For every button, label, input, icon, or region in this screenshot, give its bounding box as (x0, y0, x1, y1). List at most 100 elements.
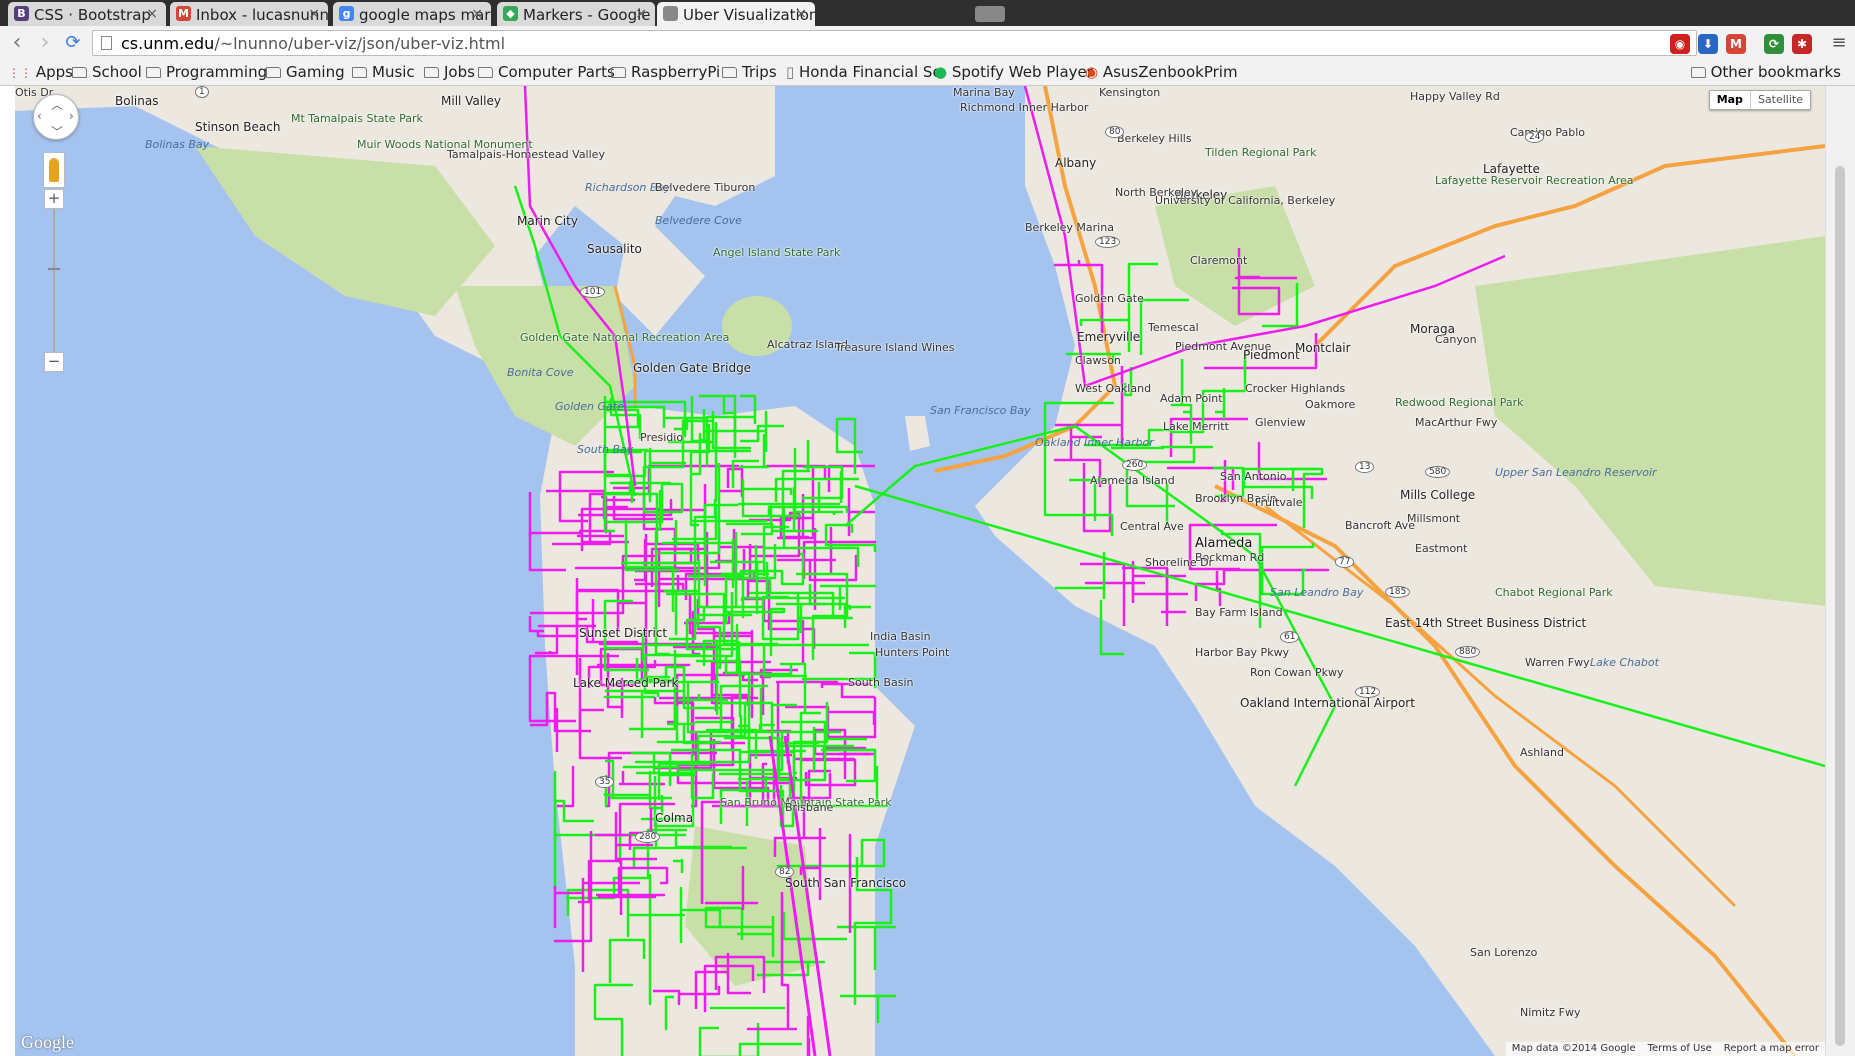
bookmark-spotify-web-player[interactable]: ● Spotify Web Player (934, 63, 1093, 81)
close-tab-icon[interactable]: × (146, 6, 158, 22)
address-bar[interactable]: cs.unm.edu/~lnunno/uber-viz/json/uber-vi… (92, 30, 1697, 56)
close-tab-icon[interactable]: × (795, 6, 807, 22)
map-label: Golden Gate (555, 400, 624, 413)
map-label: Sunset District (579, 626, 668, 640)
map-label: Clawson (1075, 354, 1121, 367)
map-type-map-button[interactable]: Map (1710, 91, 1750, 109)
zoom-in-button[interactable]: + (44, 189, 64, 209)
tab-4[interactable]: ◆Markers - Google Map× (497, 2, 655, 26)
tab-2[interactable]: MInbox - lucasnunno@g× (170, 2, 328, 26)
map-label: South Bay (577, 443, 634, 456)
map-label: Central Ave (1120, 520, 1184, 533)
map-label: Crocker Highlands (1245, 382, 1346, 395)
report-map-error-link[interactable]: Report a map error (1718, 1042, 1825, 1056)
map-label: Happy Valley Rd (1410, 90, 1500, 103)
folder-icon (72, 67, 87, 78)
tab-1[interactable]: B CSS · Bootstrap × (8, 2, 166, 26)
page-scrollbar[interactable] (1825, 86, 1855, 1056)
map-label: Lake Merritt (1163, 420, 1229, 433)
map-label: Upper San Leandro Reservoir (1495, 466, 1657, 479)
google-logo[interactable]: Google (21, 1032, 74, 1053)
menu-icon[interactable]: ≡ (1826, 30, 1852, 56)
map-label: Piedmont (1243, 348, 1300, 362)
map-base (15, 86, 1825, 1056)
bookmark-asuszenbookprim[interactable]: ◉ AsusZenbookPrim (1085, 63, 1238, 81)
map-label: Richmond Inner Harbor (960, 101, 1089, 114)
map-label: Chabot Regional Park (1495, 586, 1613, 599)
page-icon (663, 6, 678, 21)
map-label: Berkeley Marina (1025, 221, 1114, 234)
close-tab-icon[interactable]: × (308, 6, 320, 22)
bookmark-gaming[interactable]: Gaming (266, 63, 345, 81)
bookmark-label: Music (372, 63, 415, 81)
refresh-extension-icon[interactable]: ⟳ (1764, 34, 1784, 54)
pan-control[interactable]: ︿ ﹀ ‹ › (33, 94, 79, 140)
bookmark-music[interactable]: Music (352, 63, 415, 81)
map-label: Redwood Regional Park (1395, 396, 1524, 409)
map-label: Harbor Bay Pkwy (1195, 646, 1290, 659)
map-canvas[interactable]: Bolinas Stinson Beach Bolinas Bay Mt Tamalp… (15, 86, 1825, 1056)
map-label: Kensington (1099, 86, 1161, 99)
bookmark-honda-financial-se[interactable]: ▯ Honda Financial Se (786, 63, 942, 81)
map-label: Alameda (1195, 536, 1253, 551)
map-label: India Basin (870, 630, 931, 643)
folder-icon (722, 67, 737, 78)
folder-icon (478, 67, 493, 78)
map-label: Warren Fwy (1525, 656, 1590, 669)
bootstrap-icon: B (14, 6, 29, 21)
bookmark-programming[interactable]: Programming (146, 63, 267, 81)
bookmark-school[interactable]: School (72, 63, 142, 81)
map-label: Lake Chabot (1590, 656, 1659, 669)
reload-button[interactable]: ⟳ (60, 30, 86, 56)
zoom-slider-track[interactable] (53, 206, 55, 366)
scrollbar-thumb[interactable] (1835, 166, 1845, 1046)
terms-of-use-link[interactable]: Terms of Use (1642, 1042, 1718, 1056)
url-host: cs.unm.edu (121, 34, 215, 53)
map-label: Shoreline Dr (1145, 556, 1214, 569)
map-label: Nimitz Fwy (1520, 1006, 1581, 1019)
back-button[interactable]: ‹ (4, 30, 30, 56)
forward-button[interactable]: › (32, 30, 58, 56)
map-label: Mt Tamalpais State Park (291, 112, 423, 125)
bookmark-computer-parts[interactable]: Computer Parts (478, 63, 615, 81)
new-tab-button[interactable] (975, 6, 1005, 22)
bookmark-label: Programming (166, 63, 268, 81)
map-label: Hunters Point (875, 646, 950, 659)
map-label: Ron Cowan Pkwy (1250, 666, 1344, 679)
bookmark-raspberrypi[interactable]: RaspberryPi (611, 63, 720, 81)
download-icon[interactable]: ⬇ (1698, 34, 1718, 54)
map-label: Golden Gate National Recreation Area (520, 331, 730, 344)
bookmark-apps[interactable]: ⋮⋮ Apps (8, 63, 73, 81)
gmail-checker-icon[interactable]: M (1726, 34, 1746, 54)
tab-strip: BCSS · Bootstrap×MInbox - lucasnunno@g×g… (0, 0, 1855, 26)
pegman-figure (49, 158, 59, 182)
adblock-icon[interactable]: ◉ (1670, 34, 1690, 54)
map-type-satellite-button[interactable]: Satellite (1749, 91, 1810, 109)
pan-left-icon[interactable]: ‹ (37, 109, 42, 123)
map-label: Bay Farm Island (1195, 606, 1283, 619)
pan-up-icon[interactable]: ︿ (51, 96, 63, 113)
bookmark-jobs[interactable]: Jobs (424, 63, 475, 81)
bookmark-trips[interactable]: Trips (722, 63, 777, 81)
pan-down-icon[interactable]: ﹀ (51, 123, 63, 140)
pan-right-icon[interactable]: › (69, 109, 74, 123)
page-icon (101, 36, 112, 50)
zoom-slider-handle[interactable] (48, 268, 60, 270)
map-footer: Map data ©2014 Google Terms of Use Repor… (1505, 1042, 1825, 1056)
folder-icon (352, 67, 367, 78)
map-label: Camino Pablo (1510, 126, 1586, 139)
other-bookmarks[interactable]: Other bookmarks (1690, 63, 1841, 81)
map-label: Canyon (1435, 333, 1477, 346)
bookmark-label: Computer Parts (498, 63, 615, 81)
street-view-pegman-icon[interactable] (43, 152, 65, 188)
tab-3[interactable]: ggoogle maps markers× (333, 2, 491, 26)
zoom-out-button[interactable]: − (44, 352, 64, 372)
map-label: West Oakland (1075, 382, 1152, 395)
close-tab-icon[interactable]: × (635, 6, 647, 22)
map-label: Eastmont (1415, 542, 1468, 555)
close-tab-icon[interactable]: × (471, 6, 483, 22)
tab-5[interactable]: Uber Visualization × (657, 2, 815, 26)
notification-extension-icon[interactable]: ✱ (1792, 34, 1812, 54)
map-label: Temescal (1148, 321, 1199, 334)
map-label: Albany (1055, 156, 1097, 170)
